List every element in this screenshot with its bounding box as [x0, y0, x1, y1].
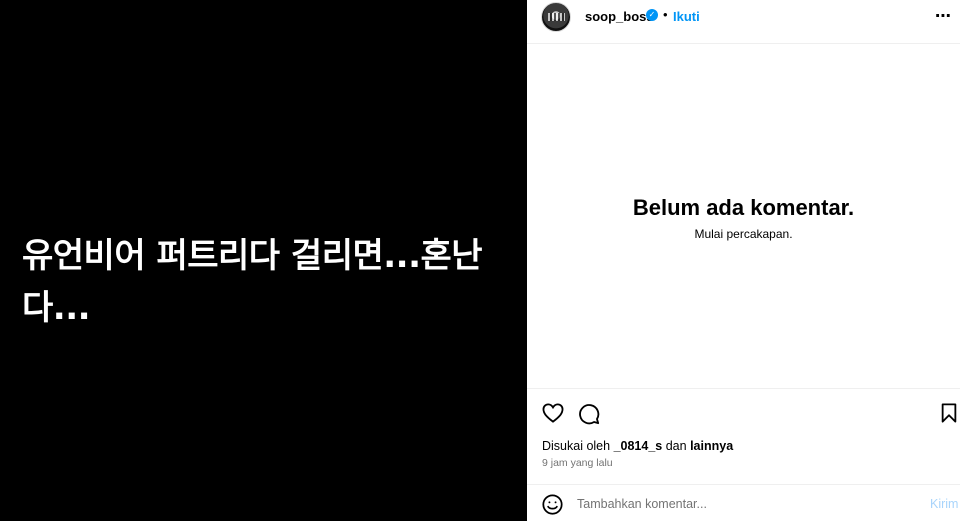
- avatar[interactable]: [541, 2, 571, 32]
- comment-input[interactable]: [577, 494, 907, 514]
- smiley-icon[interactable]: [542, 494, 563, 520]
- likes-connector: dan: [665, 439, 687, 453]
- separator-dot: •: [663, 7, 668, 22]
- heart-icon[interactable]: [542, 403, 564, 428]
- bookmark-icon[interactable]: [940, 403, 958, 428]
- empty-comments-subtitle: Mulai percakapan.: [694, 227, 793, 241]
- post-side-panel: soop_boss ✓ • Ikuti ⋯ Belum ada komentar…: [527, 0, 960, 521]
- likes-others-link[interactable]: lainnya: [690, 439, 733, 453]
- empty-comments-title: Belum ada komentar.: [632, 195, 855, 220]
- more-options-icon[interactable]: ⋯: [935, 6, 952, 26]
- follow-button[interactable]: Ikuti: [673, 9, 700, 24]
- overlay-line-2: 다...: [22, 288, 91, 328]
- post-media: 유언비어 퍼트리다 걸리면...혼난 다...: [0, 0, 527, 521]
- post-header: soop_boss ✓ • Ikuti ⋯: [527, 0, 960, 44]
- post-text-overlay: 유언비어 퍼트리다 걸리면...혼난 다...: [22, 230, 492, 334]
- likes-prefix: Disukai oleh: [542, 439, 611, 453]
- comment-icon[interactable]: [578, 403, 600, 430]
- overlay-line-1: 유언비어 퍼트리다 걸리면...혼난: [22, 236, 483, 276]
- verified-badge-icon: ✓: [646, 9, 658, 21]
- username-link[interactable]: soop_boss: [585, 9, 654, 24]
- post-timestamp[interactable]: 9 jam yang lalu: [542, 457, 613, 469]
- liked-by-user-link[interactable]: _0814_s: [614, 439, 663, 453]
- likes-summary: Disukai oleh _0814_s dan lainnya: [542, 439, 733, 453]
- post-comment-button[interactable]: Kirim: [930, 497, 958, 511]
- action-bar: [527, 388, 960, 438]
- comment-composer: Kirim: [527, 484, 960, 521]
